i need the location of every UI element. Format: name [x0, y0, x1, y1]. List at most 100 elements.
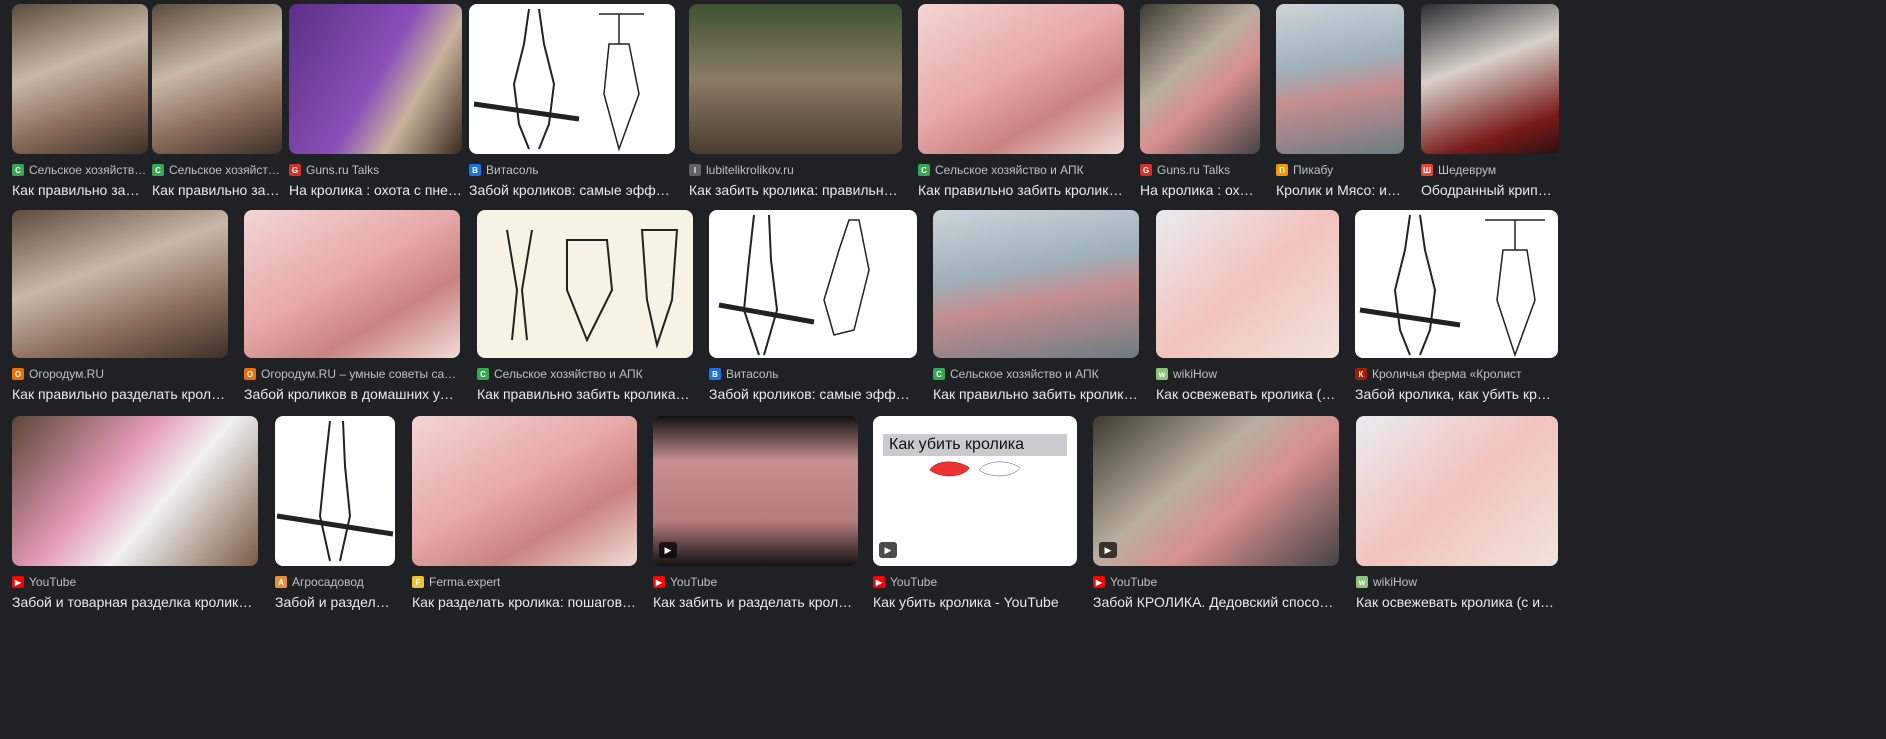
result-title[interactable]: Как правильно забить кролика - по… [477, 384, 693, 404]
result-title[interactable]: Забой кролика, как убить кролик… [1355, 384, 1558, 404]
result-source[interactable]: Сельское хозяйство и АПК [935, 163, 1084, 177]
image-result[interactable]: l lubitelikrolikov.ru Как забить кролика:… [689, 4, 902, 200]
result-title[interactable]: Забой КРОЛИКА. Дедовский способ. - Yo… [1093, 592, 1339, 612]
rabbit-cuts-diagram-icon [929, 461, 1021, 477]
result-thumbnail[interactable]: Как убить кролика ▶ [873, 416, 1077, 566]
result-thumbnail[interactable] [1276, 4, 1404, 154]
result-source[interactable]: Агросадовод [292, 575, 364, 589]
result-title[interactable]: Как правильно забить кролика - … [918, 180, 1124, 200]
result-source[interactable]: Огородум.RU [29, 367, 104, 381]
result-thumbnail[interactable] [477, 210, 693, 358]
result-source[interactable]: Пикабу [1293, 163, 1333, 177]
result-thumbnail[interactable] [152, 4, 282, 154]
image-result[interactable]: ▶ ▶ YouTube Как забить и разделать кролик… [653, 416, 858, 612]
result-thumbnail[interactable] [918, 4, 1124, 154]
result-title[interactable]: Забой и разделка … [275, 592, 395, 612]
video-overlay-title: Как убить кролика [883, 434, 1067, 456]
result-thumbnail[interactable] [1356, 416, 1558, 566]
result-title[interactable]: Ободранный крипов… [1421, 180, 1559, 200]
result-thumbnail[interactable] [469, 4, 675, 154]
result-title[interactable]: Как забить и разделать кролика … [653, 592, 858, 612]
image-result[interactable]: С Сельское хозяйство и АПК Как правильно … [477, 210, 693, 404]
image-result[interactable]: С Сельское хозяйств… Как правильно за… [12, 4, 148, 200]
result-source[interactable]: Сельское хозяйство и АПК [950, 367, 1099, 381]
result-source[interactable]: Сельское хозяйств… [29, 163, 146, 177]
image-result[interactable]: П Пикабу Кролик и Мясо: ист… [1276, 4, 1404, 200]
result-source[interactable]: Витасоль [486, 163, 539, 177]
image-result[interactable]: F Ferma.expert Как разделать кролика: пош… [412, 416, 637, 612]
result-source[interactable]: YouTube [890, 575, 937, 589]
result-source[interactable]: lubitelikrolikov.ru [706, 163, 794, 177]
result-thumbnail[interactable] [12, 4, 148, 154]
image-result[interactable]: С Сельское хозяйство и АПК Как правильно … [933, 210, 1139, 404]
result-title[interactable]: Забой кроликов в домашних услов… [244, 384, 460, 404]
image-result[interactable]: G Guns.ru Talks На кролика : охота с пнев… [289, 4, 462, 200]
image-result[interactable]: О Огородум.RU – умные советы садовод… Заб… [244, 210, 460, 404]
result-title[interactable]: Как правильно разделать кролика … [12, 384, 228, 404]
image-result[interactable]: Как убить кролика ▶ ▶ YouTube Как убить к… [873, 416, 1077, 612]
image-result[interactable]: Ш Шедеврум Ободранный крипов… [1421, 4, 1559, 200]
result-thumbnail[interactable] [1421, 4, 1559, 154]
result-thumbnail[interactable]: ▶ [653, 416, 858, 566]
image-result[interactable]: С Сельское хозяйств… Как правильно за… [152, 4, 282, 200]
result-thumbnail[interactable]: ▶ [1093, 416, 1339, 566]
result-thumbnail[interactable] [275, 416, 395, 566]
result-source[interactable]: YouTube [29, 575, 76, 589]
result-source[interactable]: Шедеврум [1438, 163, 1496, 177]
result-thumbnail[interactable] [12, 210, 228, 358]
favicon-icon: С [152, 164, 164, 176]
result-thumbnail[interactable] [709, 210, 917, 358]
result-thumbnail[interactable] [689, 4, 902, 154]
result-source[interactable]: Огородум.RU – умные советы садовод… [261, 367, 460, 381]
result-thumbnail[interactable] [1156, 210, 1339, 358]
result-source[interactable]: Витасоль [726, 367, 779, 381]
result-thumbnail[interactable] [933, 210, 1139, 358]
favicon-icon: w [1156, 368, 1168, 380]
youtube-icon: ▶ [653, 576, 665, 588]
result-thumbnail[interactable] [1140, 4, 1260, 154]
image-result[interactable]: w wikiHow Как освежевать кролика (с ил… [1156, 210, 1339, 404]
result-thumbnail[interactable] [412, 416, 637, 566]
image-result[interactable]: В Витасоль Забой кроликов: самые эффекти… [469, 4, 675, 200]
result-title[interactable]: Как правильно за… [12, 180, 148, 200]
image-result[interactable]: ▶ ▶ YouTube Забой КРОЛИКА. Дедовский спос… [1093, 416, 1339, 612]
youtube-icon: ▶ [873, 576, 885, 588]
result-title[interactable]: На кролика : охот… [1140, 180, 1260, 200]
result-source[interactable]: YouTube [1110, 575, 1157, 589]
result-title[interactable]: Как правильно за… [152, 180, 282, 200]
result-title[interactable]: Забой кроликов: самые эффектив… [709, 384, 917, 404]
result-source[interactable]: Сельское хозяйство и АПК [494, 367, 643, 381]
result-source[interactable]: wikiHow [1373, 575, 1417, 589]
result-thumbnail[interactable] [1355, 210, 1558, 358]
result-title[interactable]: Как разделать кролика: пошаговые и… [412, 592, 637, 612]
result-thumbnail[interactable] [289, 4, 462, 154]
image-result[interactable]: В Витасоль Забой кроликов: самые эффектив… [709, 210, 917, 404]
image-result[interactable]: А Агросадовод Забой и разделка … [275, 416, 395, 612]
image-result[interactable]: w wikiHow Как освежевать кролика (с иллю… [1356, 416, 1558, 612]
result-title[interactable]: На кролика : охота с пнев… [289, 180, 462, 200]
result-source[interactable]: Ferma.expert [429, 575, 500, 589]
image-result[interactable]: ▶ YouTube Забой и товарная разделка кроли… [12, 416, 258, 612]
youtube-icon: ▶ [12, 576, 24, 588]
result-source[interactable]: wikiHow [1173, 367, 1217, 381]
result-thumbnail[interactable] [244, 210, 460, 358]
image-result[interactable]: С Сельское хозяйство и АПК Как правильно … [918, 4, 1124, 200]
result-title[interactable]: Забой кроликов: самые эффекти… [469, 180, 675, 200]
result-source[interactable]: Guns.ru Talks [306, 163, 379, 177]
result-title[interactable]: Как забить кролика: правильно, в … [689, 180, 902, 200]
result-title[interactable]: Забой и товарная разделка кроликов за … [12, 592, 258, 612]
result-source[interactable]: Кроличья ферма «Кролист [1372, 367, 1522, 381]
result-title[interactable]: Кролик и Мясо: ист… [1276, 180, 1404, 200]
result-source[interactable]: YouTube [670, 575, 717, 589]
result-source[interactable]: Guns.ru Talks [1157, 163, 1230, 177]
result-source[interactable]: Сельское хозяйств… [169, 163, 282, 177]
result-title[interactable]: Как освежевать кролика (с ил… [1156, 384, 1339, 404]
image-result[interactable]: К Кроличья ферма «Кролист Забой кролика, … [1355, 210, 1558, 404]
result-title[interactable]: Как освежевать кролика (с иллю… [1356, 592, 1558, 612]
play-icon: ▶ [879, 542, 897, 558]
image-result[interactable]: О Огородум.RU Как правильно разделать кро… [12, 210, 228, 404]
result-thumbnail[interactable] [12, 416, 258, 566]
result-title[interactable]: Как убить кролика - YouTube [873, 592, 1077, 612]
image-result[interactable]: G Guns.ru Talks На кролика : охот… [1140, 4, 1260, 200]
result-title[interactable]: Как правильно забить кролика - … [933, 384, 1139, 404]
